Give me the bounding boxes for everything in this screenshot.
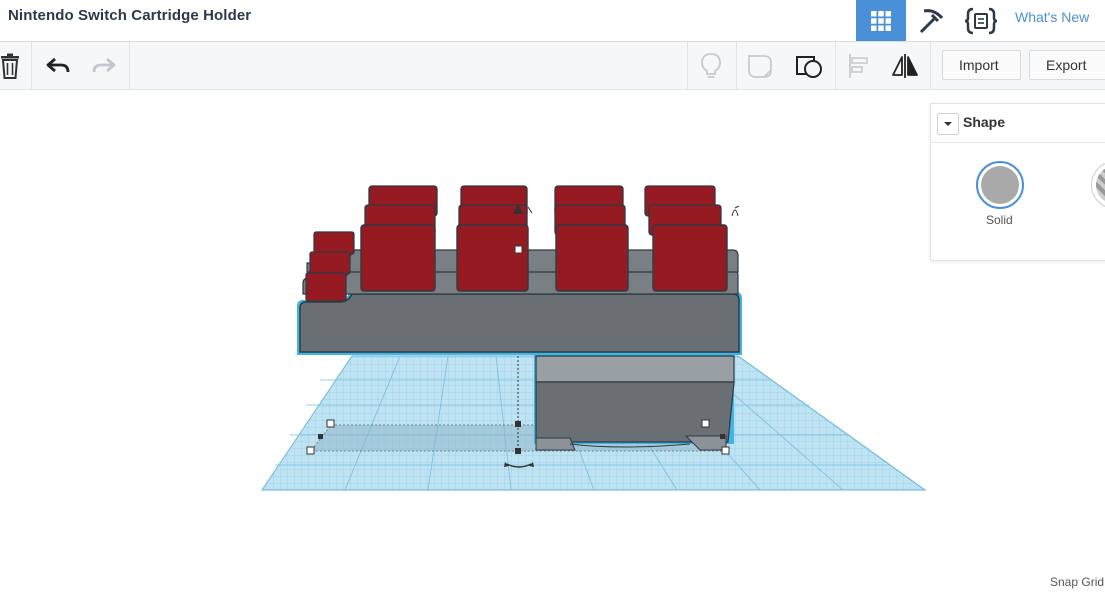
align-icon [849,53,868,78]
cursor-marker-icon [731,205,740,217]
toolbar-divider [736,42,737,89]
undo-button[interactable] [36,42,80,89]
pickaxe-icon [919,8,944,33]
solid-swatch [981,166,1019,204]
workplane-button[interactable] [787,42,831,89]
workplane-icon [796,55,822,78]
caret-down-icon [944,122,952,126]
note-tool-button[interactable] [738,42,782,89]
note-icon [748,54,772,78]
top-bar: Nintendo Switch Cartridge Holder What's … [0,0,1105,42]
trash-icon [1,53,19,79]
edit-toolbar: Import Export [0,42,1105,90]
3d-view-button[interactable] [856,0,906,41]
solid-label: Solid [986,213,1013,227]
align-button[interactable] [837,42,881,89]
whats-new-link[interactable]: What's New [1015,9,1089,25]
codeblocks-view-button[interactable] [956,0,1006,41]
undo-icon [46,57,70,72]
holder-base[interactable] [534,354,735,451]
grid-icon [871,10,891,31]
toolbar-divider [31,42,32,89]
show-notes-button[interactable] [689,42,733,89]
design-title[interactable]: Nintendo Switch Cartridge Holder [8,7,251,24]
mirror-button[interactable] [883,42,927,89]
delete-button[interactable] [0,42,32,89]
code-braces-icon [964,7,998,34]
collapse-panel-button[interactable] [937,113,959,135]
toolbar-divider [687,42,688,89]
import-button[interactable]: Import [942,50,1021,80]
hole-option[interactable] [1091,161,1105,209]
solid-option[interactable] [976,161,1024,209]
shape-panel-title: Shape [963,114,1006,130]
toolbar-divider [129,42,130,89]
redo-button[interactable] [82,42,126,89]
export-button[interactable]: Export [1029,50,1105,80]
shape-panel-header: Shape [931,104,1105,143]
shape-inspector-panel: Shape Solid [930,103,1105,261]
hole-swatch [1096,166,1105,204]
snap-grid-label[interactable]: Snap Grid [1050,575,1104,589]
mirror-icon [892,53,918,78]
lightbulb-icon [701,52,721,78]
minecraft-view-button[interactable] [906,0,956,41]
toolbar-divider [835,42,836,89]
redo-icon [92,57,116,72]
toolbar-divider [930,42,931,89]
